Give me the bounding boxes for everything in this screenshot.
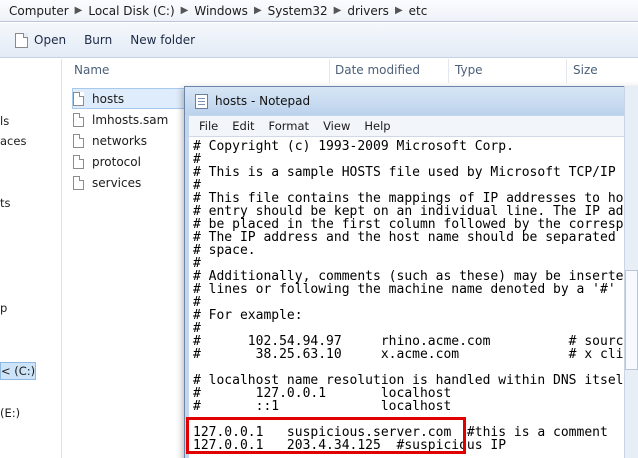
notepad-window: hosts - Notepad File Edit Format View He… bbox=[184, 86, 638, 458]
file-icon bbox=[73, 91, 84, 106]
new-folder-button[interactable]: New folder bbox=[121, 27, 204, 53]
vertical-scrollbar[interactable] bbox=[624, 86, 638, 458]
column-divider[interactable] bbox=[329, 59, 330, 83]
column-name[interactable]: Name bbox=[74, 63, 109, 77]
column-size[interactable]: Size bbox=[573, 63, 598, 77]
text-line[interactable]: # The IP address and the host name shoul… bbox=[193, 231, 631, 244]
text-editor[interactable]: # Copyright (c) 1993-2009 Microsoft Corp… bbox=[189, 136, 638, 458]
text-line[interactable]: # space. bbox=[193, 244, 631, 257]
column-date-modified[interactable]: Date modified bbox=[335, 63, 420, 77]
nav-item-local-disk[interactable]: < (C:) bbox=[0, 362, 36, 380]
highlight-box bbox=[186, 417, 466, 454]
notepad-title-bar[interactable]: hosts - Notepad bbox=[185, 87, 638, 115]
menu-edit[interactable]: Edit bbox=[232, 119, 254, 133]
navigation-pane[interactable]: ls aces ts p < (C:) (E:) bbox=[0, 59, 62, 458]
file-row-services[interactable]: services bbox=[73, 172, 193, 193]
nav-item[interactable]: p bbox=[0, 301, 7, 315]
column-type[interactable]: Type bbox=[455, 63, 483, 77]
breadcrumb-system32[interactable]: System32 bbox=[265, 4, 331, 18]
breadcrumb-separator-icon[interactable]: ▶ bbox=[251, 5, 265, 16]
burn-button[interactable]: Burn bbox=[75, 27, 121, 53]
file-name: lmhosts.sam bbox=[92, 112, 169, 127]
text-line[interactable]: # lines or following the machine name de… bbox=[193, 283, 631, 296]
open-label: Open bbox=[34, 33, 67, 47]
file-name: protocol bbox=[92, 154, 141, 169]
menu-view[interactable]: View bbox=[323, 119, 350, 133]
window-title: hosts - Notepad bbox=[215, 94, 311, 108]
file-row-protocol[interactable]: protocol bbox=[73, 151, 193, 172]
file-icon bbox=[73, 175, 84, 190]
column-divider[interactable] bbox=[566, 59, 567, 83]
menu-format[interactable]: Format bbox=[269, 119, 310, 133]
nav-item[interactable]: ls bbox=[0, 114, 9, 128]
breadcrumb-separator-icon[interactable]: ▶ bbox=[178, 5, 192, 16]
menu-file[interactable]: File bbox=[199, 119, 218, 133]
file-name: networks bbox=[92, 133, 147, 148]
menu-help[interactable]: Help bbox=[364, 119, 390, 133]
text-line[interactable]: # Copyright (c) 1993-2009 Microsoft Corp… bbox=[193, 140, 631, 153]
breadcrumb-drivers[interactable]: drivers bbox=[344, 4, 392, 18]
text-line[interactable]: # For example: bbox=[193, 309, 631, 322]
file-icon bbox=[15, 32, 28, 48]
breadcrumb-separator-icon[interactable]: ▶ bbox=[72, 5, 86, 16]
burn-label: Burn bbox=[84, 33, 113, 47]
column-divider[interactable] bbox=[448, 59, 449, 83]
address-bar[interactable]: Computer ▶ Local Disk (C:) ▶ Windows ▶ S… bbox=[0, 0, 638, 22]
text-line[interactable]: # This is a sample HOSTS file used by Mi… bbox=[193, 166, 631, 179]
notepad-icon bbox=[195, 93, 208, 109]
file-name: hosts bbox=[92, 91, 125, 106]
nav-item[interactable]: ts bbox=[0, 196, 11, 210]
file-icon bbox=[73, 112, 84, 127]
breadcrumb-separator-icon[interactable]: ▶ bbox=[392, 5, 406, 16]
breadcrumb-computer[interactable]: Computer bbox=[6, 4, 72, 18]
new-folder-label: New folder bbox=[130, 33, 196, 47]
file-row-hosts[interactable]: hosts bbox=[72, 88, 192, 109]
menu-bar: File Edit Format View Help bbox=[189, 116, 638, 136]
open-button[interactable]: Open bbox=[6, 27, 75, 53]
column-header-row: Name Date modified Type Size bbox=[63, 59, 638, 83]
explorer-toolbar: Open Burn New folder bbox=[0, 23, 638, 58]
file-row-networks[interactable]: networks bbox=[73, 130, 193, 151]
text-line[interactable]: # 38.25.63.10 x.acme.com # x clie bbox=[193, 348, 631, 361]
breadcrumb-local-disk[interactable]: Local Disk (C:) bbox=[85, 4, 177, 18]
scrollbar-thumb[interactable] bbox=[625, 270, 638, 370]
hosts-file-content[interactable]: # Copyright (c) 1993-2009 Microsoft Corp… bbox=[193, 140, 631, 452]
text-line[interactable]: # ::1 localhost bbox=[193, 400, 631, 413]
file-icon bbox=[73, 133, 84, 148]
file-name: services bbox=[92, 175, 142, 190]
file-icon bbox=[73, 154, 84, 169]
breadcrumb-windows[interactable]: Windows bbox=[191, 4, 251, 18]
breadcrumb-etc[interactable]: etc bbox=[406, 4, 431, 18]
breadcrumb-separator-icon[interactable]: ▶ bbox=[331, 5, 345, 16]
file-row-lmhosts[interactable]: lmhosts.sam bbox=[73, 109, 193, 130]
nav-item[interactable]: (E:) bbox=[0, 406, 20, 420]
nav-item[interactable]: aces bbox=[0, 134, 26, 148]
